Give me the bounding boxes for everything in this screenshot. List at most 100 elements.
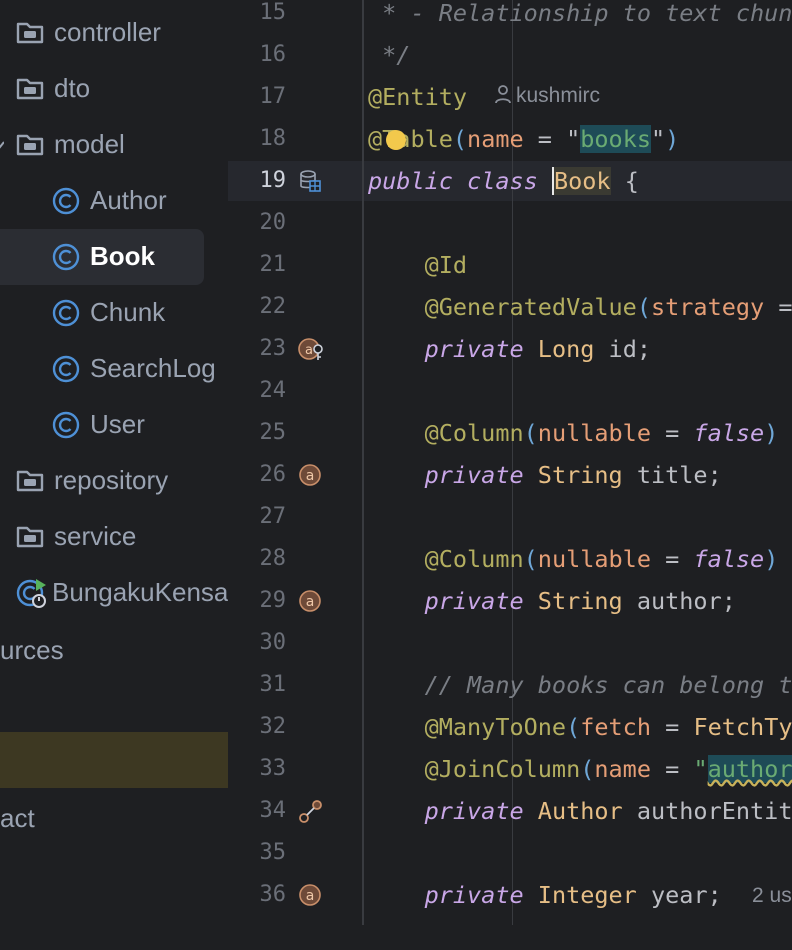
folder-icon [16,75,44,108]
code-editor: 15 * - Relationship to text chun 16 */17 @… [228,0,792,950]
field-icon[interactable]: a [298,463,322,493]
folder-icon [16,467,44,500]
tree-item-repository[interactable]: repository [0,453,228,509]
tree-item-searchlog[interactable]: SearchLog [0,341,228,397]
tree-item-user[interactable]: User [0,397,228,453]
code-text: @Column(nullable = false) [424,545,779,573]
author-name: kushmirc [516,84,601,107]
line-number: 18 [259,126,287,151]
tree-item-label: Author [90,185,167,215]
usages-inlay-hint[interactable]: 2 us [752,884,792,908]
code-line[interactable]: 24 [228,371,792,413]
code-line[interactable]: 33 @JoinColumn(name = "author [228,749,792,791]
code-line[interactable]: 17 @Entity kushmirc [228,77,792,119]
tree-item-resources[interactable]: urces [0,635,64,666]
tree-item-app[interactable]: BungakuKensa [0,565,228,621]
code-text: @JoinColumn(name = "author [424,755,792,783]
code-text: @ManyToOne(fetch = FetchTy [424,713,792,741]
tree-item-dto[interactable]: dto [0,61,228,117]
line-number: 19 [259,168,287,193]
line-number: 15 [259,0,287,25]
id-field-icon[interactable]: a [298,337,326,369]
tree-item-label: Book [90,241,155,271]
code-line[interactable]: 21 @Id [228,245,792,287]
spring-boot-app-icon [16,577,50,616]
code-text: @Entity [368,83,468,111]
code-line[interactable]: 28 @Column(nullable = false) [228,539,792,581]
code-line[interactable]: 15 * - Relationship to text chun [228,0,792,35]
tree-item-author[interactable]: Author [0,173,228,229]
highlighted-row[interactable] [0,732,228,788]
code-text: private Author authorEntit [424,797,792,825]
code-text: @GeneratedValue(strategy = [424,293,792,321]
code-line[interactable]: 31 // Many books can belong t [228,665,792,707]
code-text: @Column(nullable = false) [424,419,779,447]
entity-table-icon[interactable] [298,169,322,199]
tree-item-controller[interactable]: controller [0,5,228,61]
line-number: 26 [259,462,287,487]
code-text: */ [368,41,411,69]
tree-item-label: service [54,521,137,551]
project-tree: controller dto model Author Book Chunk SearchL… [0,0,228,950]
tree-item-chunk[interactable]: Chunk [0,285,228,341]
code-line[interactable]: 27 [228,497,792,539]
chevron-down-icon[interactable] [0,138,5,156]
line-number: 33 [259,756,287,781]
code-line[interactable]: 30 [228,623,792,665]
user-icon [495,85,511,104]
lightbulb-icon[interactable] [386,130,406,150]
tree-item-label: Chunk [90,297,166,327]
svg-text:a: a [306,888,315,904]
field-icon[interactable]: a [298,589,322,619]
code-text: private String author; [424,587,736,615]
tree-item-label: model [54,129,125,159]
tree-item-book[interactable]: Book [0,229,228,285]
line-number: 36 [259,882,287,907]
tree-item-label: SearchLog [90,353,216,383]
relationship-icon[interactable] [298,799,324,831]
folder-icon [16,19,44,52]
line-number: 32 [259,714,287,739]
code-text: @Table(name = "books") [368,125,680,153]
class-icon [52,299,80,334]
line-number: 22 [259,294,287,319]
folder-icon [16,523,44,556]
code-line[interactable]: 26 a private String title; [228,455,792,497]
field-icon[interactable]: a [298,883,322,913]
code-line[interactable]: 32 @ManyToOne(fetch = FetchTy [228,707,792,749]
tree-item-model[interactable]: model [0,117,228,173]
line-number: 34 [259,798,287,823]
code-line[interactable]: 22 @GeneratedValue(strategy = [228,287,792,329]
class-icon [52,187,80,222]
code-line[interactable]: 35 [228,833,792,875]
code-text: * - Relationship to text chun [368,0,792,27]
class-icon [52,243,80,278]
line-number: 16 [259,42,287,67]
tree-item-act[interactable]: act [0,803,35,834]
code-text: public class Book { [368,167,639,195]
line-number: 17 [259,84,287,109]
line-number: 31 [259,672,287,697]
line-number: 30 [259,630,287,655]
code-line[interactable]: 19 public class Book { [228,161,792,203]
svg-text:a: a [305,343,313,358]
code-line[interactable]: 34 private Author authorEntit [228,791,792,833]
code-text: private String title; [424,461,722,489]
tree-item-label: BungakuKensa [52,577,228,607]
line-number: 20 [259,210,287,235]
code-line[interactable]: 16 */ [228,35,792,77]
line-number: 28 [259,546,287,571]
svg-text:a: a [306,468,315,484]
code-line[interactable]: 23 a private Long id; [228,329,792,371]
code-line[interactable]: 18 @Table(name = "books") [228,119,792,161]
code-line[interactable]: 36 a private Integer year; 2 us [228,875,792,917]
tree-item-service[interactable]: service [0,509,228,565]
line-number: 29 [259,588,287,613]
line-number: 23 [259,336,287,361]
code-line[interactable]: 20 [228,203,792,245]
code-line[interactable]: 25 @Column(nullable = false) [228,413,792,455]
author-inlay-hint[interactable]: kushmirc [494,84,600,108]
tree-item-label: repository [54,465,169,495]
code-line[interactable]: 29 a private String author; [228,581,792,623]
tree-item-label: controller [54,17,161,47]
